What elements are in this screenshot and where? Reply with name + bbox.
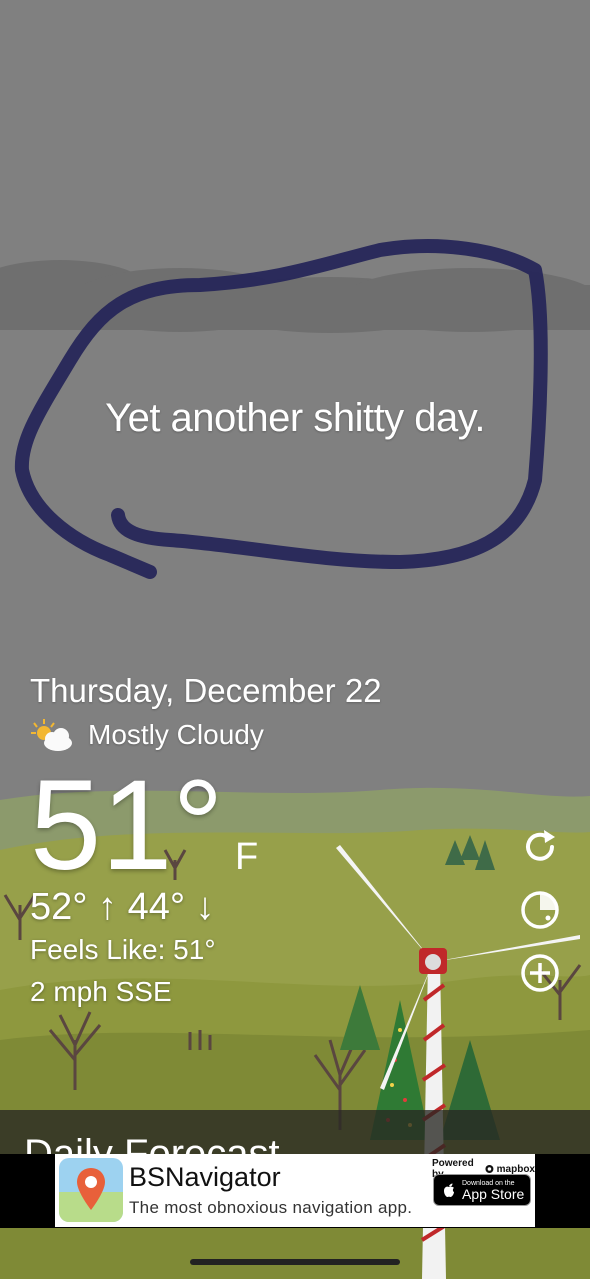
ad-title: BSNavigator — [129, 1162, 281, 1192]
forecast-header[interactable]: Daily Forecast — [24, 1132, 280, 1154]
forecast-header-bar: Daily Forecast — [0, 1110, 590, 1154]
app-store-label: App Store — [462, 1185, 525, 1202]
apple-logo-icon — [444, 1183, 454, 1197]
current-temperature: 51° — [30, 754, 224, 897]
add-location-icon[interactable] — [518, 951, 562, 995]
ad-subtitle: The most obnoxious navigation app. — [129, 1198, 413, 1217]
background-scene — [0, 0, 590, 1279]
high-low-temperature: 52° ↑ 44° ↓ — [30, 886, 215, 928]
date-label: Thursday, December 22 — [30, 672, 382, 709]
powered-by-brand: mapbox — [496, 1163, 535, 1175]
ad-banner[interactable]: BSNavigator The most obnoxious navigatio… — [55, 1154, 535, 1227]
tagline: Yet another shitty day. — [105, 396, 485, 440]
partly-cloudy-icon — [31, 719, 72, 751]
home-indicator[interactable] — [190, 1259, 400, 1265]
app-store-button[interactable]: Download on the App Store — [433, 1174, 531, 1206]
condition-row: Mostly Cloudy — [30, 717, 264, 753]
wind-speed: 2 mph SSE — [30, 976, 172, 1007]
radar-icon[interactable] — [518, 888, 562, 932]
condition-text: Mostly Cloudy — [88, 719, 264, 750]
temperature-unit[interactable]: F — [235, 836, 258, 879]
map-pin-icon — [59, 1158, 123, 1222]
mapbox-logo-icon — [485, 1165, 494, 1173]
refresh-icon[interactable] — [518, 825, 562, 869]
feels-like: Feels Like: 51° — [30, 934, 216, 965]
